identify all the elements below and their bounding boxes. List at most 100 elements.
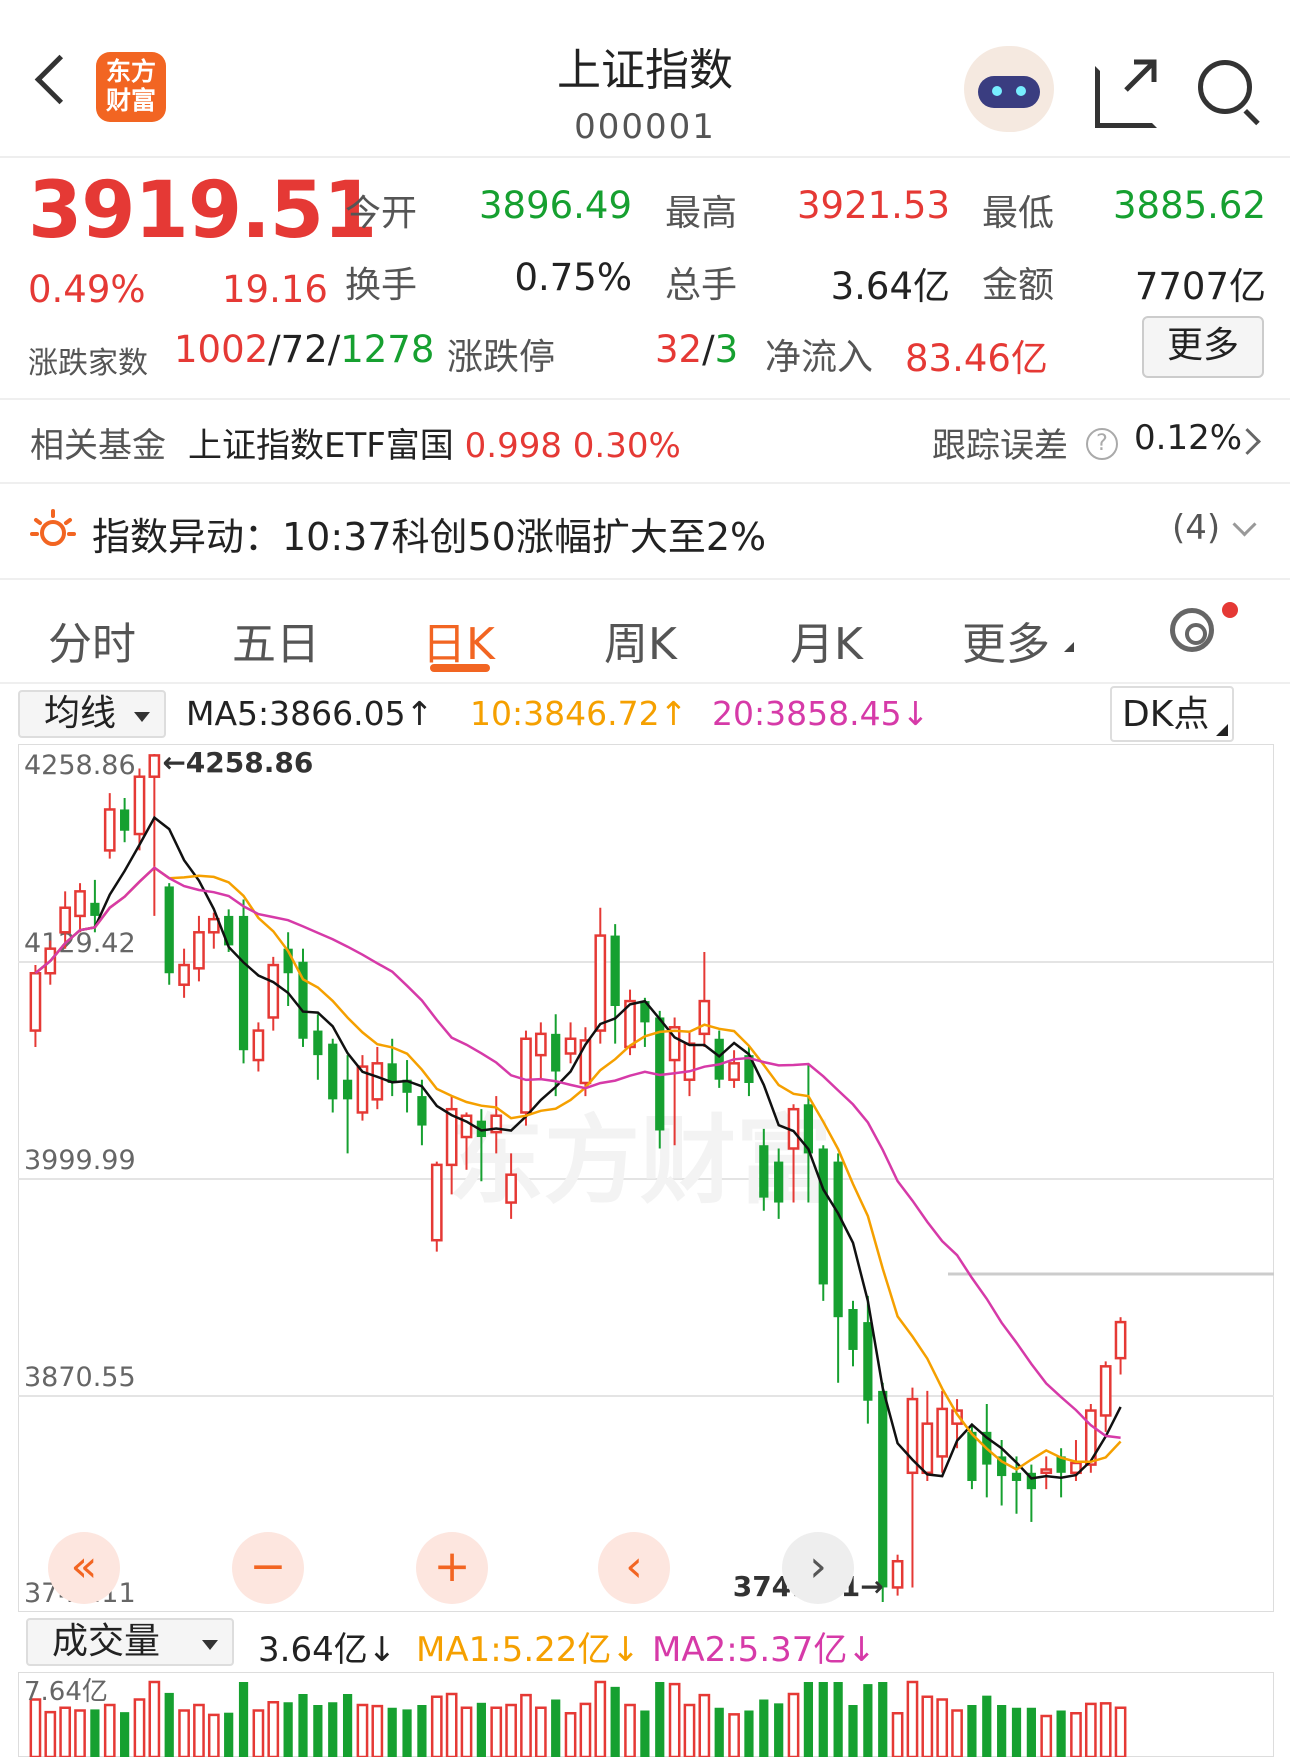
candle-body[interactable] — [833, 1161, 843, 1318]
candle-body[interactable] — [863, 1322, 873, 1401]
search-icon[interactable] — [1198, 60, 1252, 114]
indicator-select[interactable]: 成交量 — [26, 1618, 234, 1666]
volume-axis-label: 7.64亿 — [24, 1677, 108, 1707]
volume-bar — [133, 1698, 146, 1757]
candle-body[interactable] — [594, 934, 607, 1032]
low-label: 最低 — [982, 193, 1055, 234]
candle-body[interactable] — [878, 1390, 888, 1588]
volume-bar — [848, 1705, 858, 1757]
candle-body[interactable] — [759, 1145, 769, 1198]
candle-body[interactable] — [59, 906, 72, 934]
candle-body[interactable] — [848, 1309, 858, 1350]
volume-bar — [356, 1703, 369, 1757]
vol-ma2-readout: MA2:5.37亿↓ — [652, 1630, 876, 1670]
candle-body[interactable] — [1114, 1320, 1127, 1360]
candle-body[interactable] — [698, 999, 711, 1036]
share-arrow-icon[interactable] — [1120, 56, 1160, 96]
candle-body[interactable] — [148, 754, 161, 778]
tracking-error-value: 0.12% — [1134, 418, 1243, 458]
volume-bar — [891, 1712, 904, 1757]
candle-body[interactable] — [252, 1029, 265, 1062]
fund-label: 相关基金 — [30, 426, 166, 466]
candle-body[interactable] — [417, 1096, 427, 1126]
candle-body[interactable] — [520, 1037, 532, 1114]
candle-body[interactable] — [683, 1042, 696, 1081]
candle-body[interactable] — [1099, 1365, 1112, 1417]
scroll-to-start-button[interactable]: « — [48, 1532, 120, 1604]
zoom-out-button[interactable]: − — [232, 1532, 304, 1604]
candle-body[interactable] — [728, 1062, 740, 1081]
tab-daily-k[interactable]: 日K — [422, 608, 495, 672]
volume-value: 3.64亿 — [830, 265, 950, 308]
tab-monthly-k[interactable]: 月K — [790, 608, 863, 672]
candle-body[interactable] — [610, 935, 620, 1007]
volume-bar — [878, 1682, 888, 1757]
help-icon[interactable]: ? — [1086, 428, 1118, 460]
zoom-in-button[interactable]: + — [416, 1532, 488, 1604]
candle-body[interactable] — [967, 1431, 977, 1481]
candle-body[interactable] — [371, 1062, 384, 1101]
candle-body[interactable] — [164, 886, 174, 974]
assistant-robot-icon[interactable] — [964, 46, 1054, 132]
candle-body[interactable] — [238, 915, 249, 1051]
candle-body[interactable] — [120, 809, 130, 831]
candle-body[interactable] — [1040, 1468, 1053, 1475]
candle-body[interactable] — [1011, 1472, 1022, 1481]
candle-body[interactable] — [534, 1032, 547, 1057]
volume-bar — [267, 1701, 280, 1757]
scroll-right-button[interactable]: › — [782, 1532, 854, 1604]
candle-body[interactable] — [936, 1407, 949, 1458]
candle-body[interactable] — [207, 917, 220, 934]
candle-body[interactable] — [342, 1079, 353, 1100]
ma20-readout: 20:3858.45↓ — [712, 694, 930, 733]
candle-body[interactable] — [90, 902, 100, 916]
candle-body[interactable] — [430, 1163, 443, 1242]
candle-body[interactable] — [328, 1043, 338, 1100]
fund-row[interactable]: 上证指数ETF富国 0.998 0.30% — [188, 418, 681, 467]
ma-select[interactable]: 均线 — [18, 690, 166, 738]
volume-bar — [520, 1693, 532, 1757]
candlestick-chart[interactable]: 东方财富 4258.86 4129.42 3999.99 3870.55 374… — [18, 744, 1274, 1612]
scroll-left-button[interactable]: ‹ — [598, 1532, 670, 1604]
settings-gear-icon[interactable] — [1170, 608, 1214, 652]
tab-weekly-k[interactable]: 周K — [604, 608, 677, 672]
dk-point-button[interactable]: DK点 — [1110, 686, 1234, 742]
candle-body[interactable] — [505, 1173, 517, 1204]
candle-body[interactable] — [551, 1033, 561, 1072]
candle-body[interactable] — [891, 1559, 904, 1589]
candle-body[interactable] — [774, 1161, 784, 1203]
candle-body[interactable] — [564, 1037, 577, 1055]
candle-body[interactable] — [29, 971, 42, 1032]
candle-body[interactable] — [313, 1030, 323, 1056]
volume-bar — [594, 1680, 607, 1757]
volume-bar — [193, 1703, 205, 1757]
more-quote-button[interactable]: 更多 — [1142, 316, 1264, 378]
candle-body[interactable] — [178, 963, 190, 986]
volume-bar — [863, 1684, 873, 1757]
volume-bar — [74, 1709, 86, 1757]
candle-body[interactable] — [714, 1038, 724, 1080]
candle-body[interactable] — [133, 775, 146, 836]
more-corner-icon — [1064, 642, 1074, 652]
volume-bar — [1026, 1707, 1036, 1757]
volume-bar — [44, 1710, 57, 1757]
volume-bar — [283, 1702, 293, 1757]
candle-body[interactable] — [103, 808, 116, 852]
tab-five-day[interactable]: 五日 — [232, 608, 320, 672]
turnover-label: 换手 — [345, 265, 418, 306]
index-alert-text[interactable]: 指数异动：10:37科创50涨幅扩大至2% — [92, 506, 766, 561]
breadth-flat: 72 — [280, 328, 328, 371]
volume-label: 总手 — [665, 265, 738, 306]
chevron-down-icon[interactable] — [1232, 512, 1257, 537]
volume-bar — [655, 1682, 665, 1757]
tab-more[interactable]: 更多 — [962, 608, 1050, 672]
open-value: 3896.49 — [478, 184, 632, 227]
volume-chart[interactable]: 7.64亿 — [18, 1672, 1274, 1757]
candle-body[interactable] — [818, 1148, 828, 1285]
volume-bar — [728, 1713, 740, 1757]
tab-intraday[interactable]: 分时 — [48, 608, 136, 672]
candle-body[interactable] — [74, 890, 86, 918]
candle-body[interactable] — [193, 931, 205, 970]
candle-body[interactable] — [267, 963, 280, 1019]
candle-body[interactable] — [921, 1422, 934, 1475]
